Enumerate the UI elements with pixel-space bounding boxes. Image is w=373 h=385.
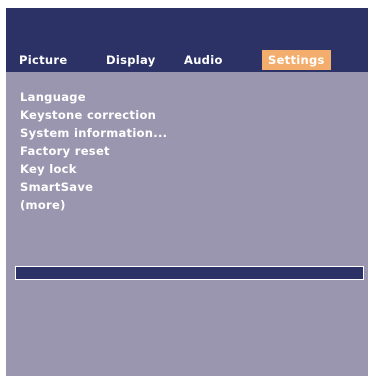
osd-menu-panel: Picture Display Audio Settings Language … [6,8,368,376]
menu-item-language[interactable]: Language [20,88,167,106]
tab-display[interactable]: Display [106,51,156,69]
menu-item-smartsave[interactable]: SmartSave [20,178,167,196]
tab-settings[interactable]: Settings [262,50,331,70]
tab-audio[interactable]: Audio [184,51,223,69]
menu-item-keystone-correction[interactable]: Keystone correction [20,106,167,124]
menu-item-key-lock[interactable]: Key lock [20,160,167,178]
menu-item-factory-reset[interactable]: Factory reset [20,142,167,160]
tab-picture[interactable]: Picture [19,51,67,69]
settings-menu-list: Language Keystone correction System info… [20,88,167,214]
menu-item-system-information[interactable]: System information... [20,124,167,142]
menu-tab-bar: Picture Display Audio Settings [6,8,368,72]
menu-item-more[interactable]: (more) [20,196,167,214]
progress-bar [15,266,364,280]
